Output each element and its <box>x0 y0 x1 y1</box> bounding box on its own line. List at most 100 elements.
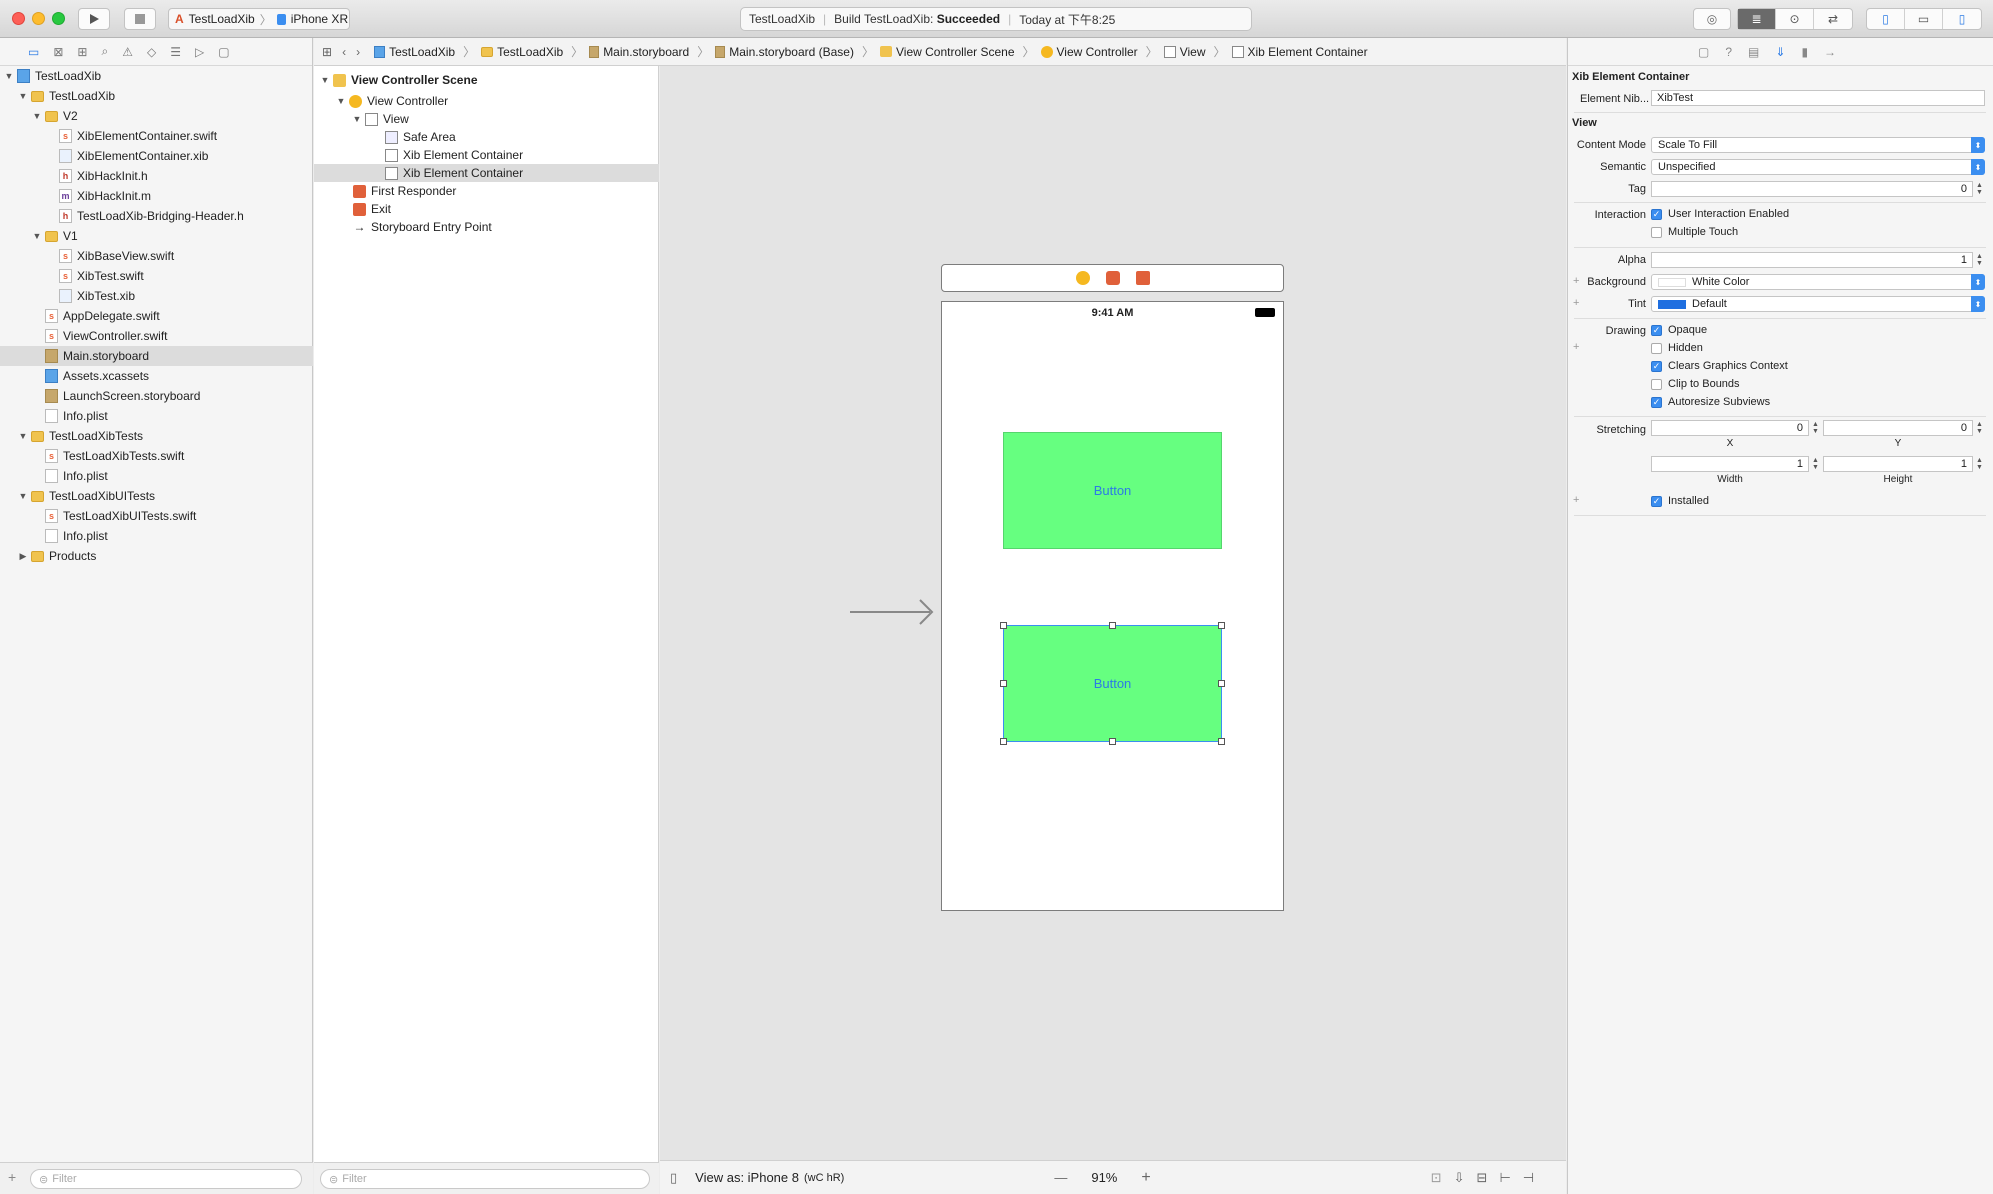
breadcrumb-group[interactable]: TestLoadXib 〉 <box>481 43 583 60</box>
size-inspector-icon[interactable]: ▮ <box>1801 45 1808 59</box>
add-file-icon[interactable]: + <box>8 1169 16 1185</box>
element-nib-field[interactable]: XibTest <box>1651 90 1985 106</box>
breadcrumb-scene[interactable]: View Controller Scene 〉 <box>879 43 1035 60</box>
library-button[interactable]: ◎ <box>1693 8 1731 30</box>
storyboard-entry-arrow-icon[interactable] <box>850 596 940 626</box>
tree-row[interactable]: s TestLoadXibTests.swift <box>0 446 313 466</box>
tree-row[interactable]: ▼ TestLoadXibTests <box>0 426 313 446</box>
disclosure-open-icon[interactable]: ▼ <box>18 431 28 441</box>
tree-row[interactable]: XibElementContainer.xib <box>0 146 313 166</box>
add-variation-icon[interactable]: + <box>1573 494 1579 506</box>
stretch-height-field[interactable]: 1 <box>1823 456 1973 472</box>
outline-row[interactable]: → Storyboard Entry Point <box>314 218 659 236</box>
resize-handle[interactable] <box>1000 680 1007 687</box>
tree-row[interactable]: Info.plist <box>0 526 313 546</box>
tree-row[interactable]: ▼ V1 <box>0 226 313 246</box>
stretch-width-field[interactable]: 1 <box>1651 456 1809 472</box>
stretch-y-stepper[interactable]: ▲ ▼ <box>1975 420 1984 436</box>
tree-row[interactable]: ▼ V2 <box>0 106 313 126</box>
tree-row[interactable]: ▶ Products <box>0 546 313 566</box>
tree-row[interactable]: s TestLoadXibUITests.swift <box>0 506 313 526</box>
disclosure-open-icon[interactable]: ▼ <box>18 491 28 501</box>
symbol-navigator-icon[interactable]: ⊞ <box>77 45 87 59</box>
issue-navigator-icon[interactable]: ⚠ <box>122 45 133 59</box>
tag-field[interactable]: 0 <box>1651 181 1973 197</box>
attributes-inspector-icon[interactable]: ⇓ <box>1775 45 1785 59</box>
disclosure-open-icon[interactable]: ▼ <box>336 96 346 106</box>
resize-handle[interactable] <box>1000 622 1007 629</box>
device-frame[interactable]: 9:41 AM Button Button <box>941 301 1284 911</box>
button-label[interactable]: Button <box>1094 676 1132 691</box>
resize-handle[interactable] <box>1109 622 1116 629</box>
version-editor-icon[interactable]: ⇄ <box>1814 9 1852 29</box>
breadcrumb-element[interactable]: Xib Element Container <box>1231 45 1368 59</box>
size-class-label[interactable]: (wC hR) <box>804 1172 844 1184</box>
tree-row[interactable]: Assets.xcassets <box>0 366 313 386</box>
align-icon[interactable]: ⊟ <box>1477 1170 1488 1186</box>
disclosure-open-icon[interactable]: ▼ <box>4 71 14 81</box>
assistant-editor-icon[interactable]: ⊙ <box>1776 9 1814 29</box>
button-label[interactable]: Button <box>1094 483 1132 498</box>
xib-element-container-1[interactable]: Button <box>1003 432 1222 549</box>
tint-color-popup[interactable]: Default ⬍ <box>1651 296 1985 312</box>
background-color-popup[interactable]: White Color ⬍ <box>1651 274 1985 290</box>
breadcrumb-view-controller[interactable]: View Controller 〉 <box>1040 43 1158 60</box>
disclosure-open-icon[interactable]: ▼ <box>320 75 330 85</box>
project-navigator-icon[interactable]: ▭ <box>28 45 39 59</box>
outline-row[interactable]: Safe Area <box>314 128 659 146</box>
autoresize-subviews-checkbox[interactable]: ✓ Autoresize Subviews <box>1651 396 1770 408</box>
disclosure-closed-icon[interactable]: ▶ <box>18 551 28 562</box>
view-as-label[interactable]: View as: iPhone 8 <box>695 1170 799 1185</box>
tree-row-selected[interactable]: Main.storyboard <box>0 346 313 366</box>
outline-row[interactable]: ▼ View <box>314 110 659 128</box>
tree-row[interactable]: ▼ TestLoadXib <box>0 66 313 86</box>
disclosure-open-icon[interactable]: ▼ <box>352 114 362 124</box>
zoom-in-button[interactable]: + <box>1141 1169 1150 1187</box>
tree-row[interactable]: h XibHackInit.h <box>0 166 313 186</box>
scheme-selector[interactable]: A TestLoadXib 〉 iPhone XR <box>168 8 350 30</box>
tree-row[interactable]: ▼ TestLoadXibUITests <box>0 486 313 506</box>
zoom-out-button[interactable]: — <box>1054 1170 1067 1185</box>
outline-row[interactable]: ▼ View Controller <box>314 92 659 110</box>
update-frames-icon[interactable]: ⊡ <box>1431 1170 1442 1186</box>
run-button[interactable] <box>78 8 110 30</box>
resize-handle[interactable] <box>1218 680 1225 687</box>
file-inspector-icon[interactable]: ▢ <box>1698 45 1709 59</box>
breadcrumb-file[interactable]: Main.storyboard 〉 <box>589 43 709 60</box>
stretch-height-stepper[interactable]: ▲ ▼ <box>1975 456 1984 472</box>
standard-editor-icon[interactable]: ≣ <box>1738 9 1776 29</box>
tree-row[interactable]: h TestLoadXib-Bridging-Header.h <box>0 206 313 226</box>
user-interaction-checkbox[interactable]: ✓ User Interaction Enabled <box>1651 208 1789 220</box>
outline-filter-input[interactable]: ⊜ Filter <box>320 1169 650 1189</box>
first-responder-icon[interactable] <box>1105 271 1120 285</box>
stretch-y-field[interactable]: 0 <box>1823 420 1973 436</box>
breakpoint-navigator-icon[interactable]: ▷ <box>195 45 204 59</box>
tree-row[interactable]: s XibBaseView.swift <box>0 246 313 266</box>
resolve-issues-icon[interactable]: ⊣ <box>1523 1170 1534 1186</box>
disclosure-open-icon[interactable]: ▼ <box>18 91 28 101</box>
clip-to-bounds-checkbox[interactable]: Clip to Bounds <box>1651 378 1740 390</box>
storyboard-canvas[interactable]: 9:41 AM Button Button <box>660 66 1566 1160</box>
navigator-toggle-icon[interactable]: ▯ <box>1867 9 1905 29</box>
hidden-checkbox[interactable]: Hidden <box>1651 342 1703 354</box>
tree-row[interactable]: Info.plist <box>0 406 313 426</box>
report-navigator-icon[interactable]: ▢ <box>218 45 229 59</box>
find-navigator-icon[interactable]: ⌕ <box>101 44 108 59</box>
clears-graphics-checkbox[interactable]: ✓ Clears Graphics Context <box>1651 360 1788 372</box>
inspector-toggle-icon[interactable]: ▯ <box>1943 9 1981 29</box>
debug-navigator-icon[interactable]: ☰ <box>170 45 181 59</box>
tree-row[interactable]: m XibHackInit.m <box>0 186 313 206</box>
outline-row[interactable]: Xib Element Container <box>314 146 659 164</box>
resize-handle[interactable] <box>1000 738 1007 745</box>
test-navigator-icon[interactable]: ◇ <box>147 45 156 59</box>
tree-row[interactable]: ▼ TestLoadXib <box>0 86 313 106</box>
tree-row[interactable]: Info.plist <box>0 466 313 486</box>
xib-element-container-2-selected[interactable]: Button <box>1003 625 1222 742</box>
add-variation-icon[interactable]: + <box>1573 341 1579 353</box>
embed-in-icon[interactable]: ⇩ <box>1454 1170 1465 1186</box>
tree-row[interactable]: XibTest.xib <box>0 286 313 306</box>
disclosure-open-icon[interactable]: ▼ <box>32 231 42 241</box>
outline-row[interactable]: First Responder <box>314 182 659 200</box>
tree-row[interactable]: s XibTest.swift <box>0 266 313 286</box>
semantic-popup[interactable]: Unspecified ⬍ <box>1651 159 1985 175</box>
